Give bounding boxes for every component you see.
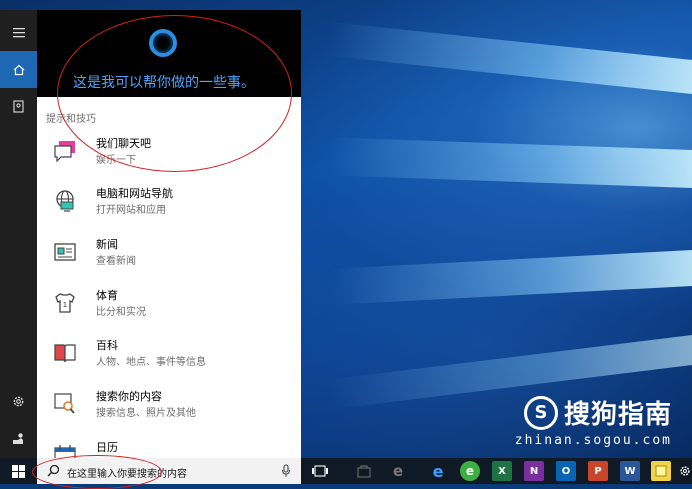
sticky-notes-icon xyxy=(655,465,667,477)
list-item-navigation[interactable]: 电脑和网站导航 打开网站和应用 xyxy=(51,181,291,225)
task-view-icon xyxy=(312,465,328,477)
word-button[interactable]: W xyxy=(620,461,640,481)
gear-icon xyxy=(680,466,690,476)
list-item-title: 体育 xyxy=(96,289,118,302)
sticky-notes-button[interactable] xyxy=(651,461,671,481)
list-item-subtitle: 人物、地点、事件等信息 xyxy=(96,357,206,368)
cortana-rail xyxy=(0,10,37,458)
list-item-title: 电脑和网站导航 xyxy=(96,187,173,200)
chat-icon xyxy=(51,137,79,165)
svg-text:1: 1 xyxy=(63,301,67,309)
watermark-url: zhinan.sogou.com xyxy=(514,433,672,448)
onenote-icon: N xyxy=(529,465,539,477)
globe-computer-icon xyxy=(51,187,79,215)
outlook-icon: O xyxy=(561,465,571,477)
outlook-button[interactable]: O xyxy=(556,461,576,481)
hamburger-icon xyxy=(12,27,25,37)
cortana-icon xyxy=(149,29,177,57)
search-box[interactable]: 在这里输入你要搜索的内容 xyxy=(37,458,301,484)
hamburger-menu-button[interactable] xyxy=(0,14,37,51)
task-view-button[interactable] xyxy=(310,461,330,481)
list-item-subtitle: 打开网站和应用 xyxy=(96,205,166,216)
edge-button[interactable]: e xyxy=(428,461,448,481)
store-icon xyxy=(357,465,371,478)
search-icon xyxy=(47,464,60,477)
light-beam xyxy=(330,137,692,188)
home-icon xyxy=(13,64,24,75)
browser-360-icon: e xyxy=(465,464,475,478)
browser-360-button[interactable]: e xyxy=(460,461,480,481)
microphone-icon[interactable] xyxy=(281,464,291,478)
list-item-title: 百科 xyxy=(96,339,118,352)
book-icon xyxy=(51,339,79,367)
list-item-title: 我们聊天吧 xyxy=(96,137,151,150)
list-item-subtitle: 查看新闻 xyxy=(96,256,136,267)
list-item-calendar[interactable]: 日历 xyxy=(51,435,291,458)
list-item-title: 搜索你的内容 xyxy=(96,390,162,403)
settings-button[interactable] xyxy=(0,383,37,420)
list-item-subtitle: 比分和实况 xyxy=(96,307,146,318)
calendar-icon xyxy=(51,441,79,458)
onenote-button[interactable]: N xyxy=(524,461,544,481)
search-placeholder: 在这里输入你要搜索的内容 xyxy=(67,469,187,480)
windows-logo-icon xyxy=(12,464,25,478)
search-content-icon xyxy=(51,390,79,418)
powerpoint-icon: P xyxy=(594,465,602,477)
gear-icon xyxy=(13,396,24,407)
start-button[interactable] xyxy=(0,458,37,484)
sogou-watermark: S 搜狗指南 zhinan.sogou.com xyxy=(515,394,672,448)
list-item-search-content[interactable]: 搜索你的内容 搜索信息、照片及其他 xyxy=(51,384,291,428)
excel-icon: X xyxy=(498,465,506,477)
edge-icon: e xyxy=(432,461,444,481)
light-beam xyxy=(330,21,692,94)
sogou-logo-icon: S xyxy=(523,395,558,430)
ie-icon: e xyxy=(392,462,404,480)
list-item-subtitle: 娱乐一下 xyxy=(96,155,136,166)
home-button[interactable] xyxy=(0,51,37,88)
list-item-sports[interactable]: 1 体育 比分和实况 xyxy=(51,283,291,327)
assistant-prompt-text: 这是我可以帮你做的一些事。 xyxy=(73,75,255,91)
list-item-encyclopedia[interactable]: 百科 人物、地点、事件等信息 xyxy=(51,333,291,377)
settings-taskbar-button[interactable] xyxy=(678,461,692,481)
list-item-title: 日历 xyxy=(96,441,118,454)
watermark-brand: 搜狗指南 xyxy=(563,400,672,430)
notebook-button[interactable] xyxy=(0,88,37,125)
notebook-icon xyxy=(13,100,24,113)
section-label: 提示和技巧 xyxy=(46,114,96,125)
store-button[interactable] xyxy=(354,461,374,481)
list-item-news[interactable]: 新闻 查看新闻 xyxy=(51,232,291,276)
list-item-title: 新闻 xyxy=(96,238,118,251)
cortana-panel: 这是我可以帮你做的一些事。 提示和技巧 我们聊天吧 娱乐一下 电脑和网站导航 打… xyxy=(37,10,301,458)
news-icon xyxy=(51,238,79,266)
light-beam xyxy=(330,250,692,305)
ie-button[interactable]: e xyxy=(388,461,408,481)
cortana-header: 这是我可以帮你做的一些事。 xyxy=(37,10,301,97)
jersey-icon: 1 xyxy=(51,289,79,317)
feedback-icon xyxy=(13,433,23,444)
excel-button[interactable]: X xyxy=(492,461,512,481)
taskbar: 在这里输入你要搜索的内容 e e e X N O P W xyxy=(0,458,692,484)
list-item-chat[interactable]: 我们聊天吧 娱乐一下 xyxy=(51,131,291,175)
powerpoint-button[interactable]: P xyxy=(588,461,608,481)
word-icon: W xyxy=(624,465,636,477)
list-item-subtitle: 搜索信息、照片及其他 xyxy=(96,408,196,419)
feedback-button[interactable] xyxy=(0,420,37,457)
